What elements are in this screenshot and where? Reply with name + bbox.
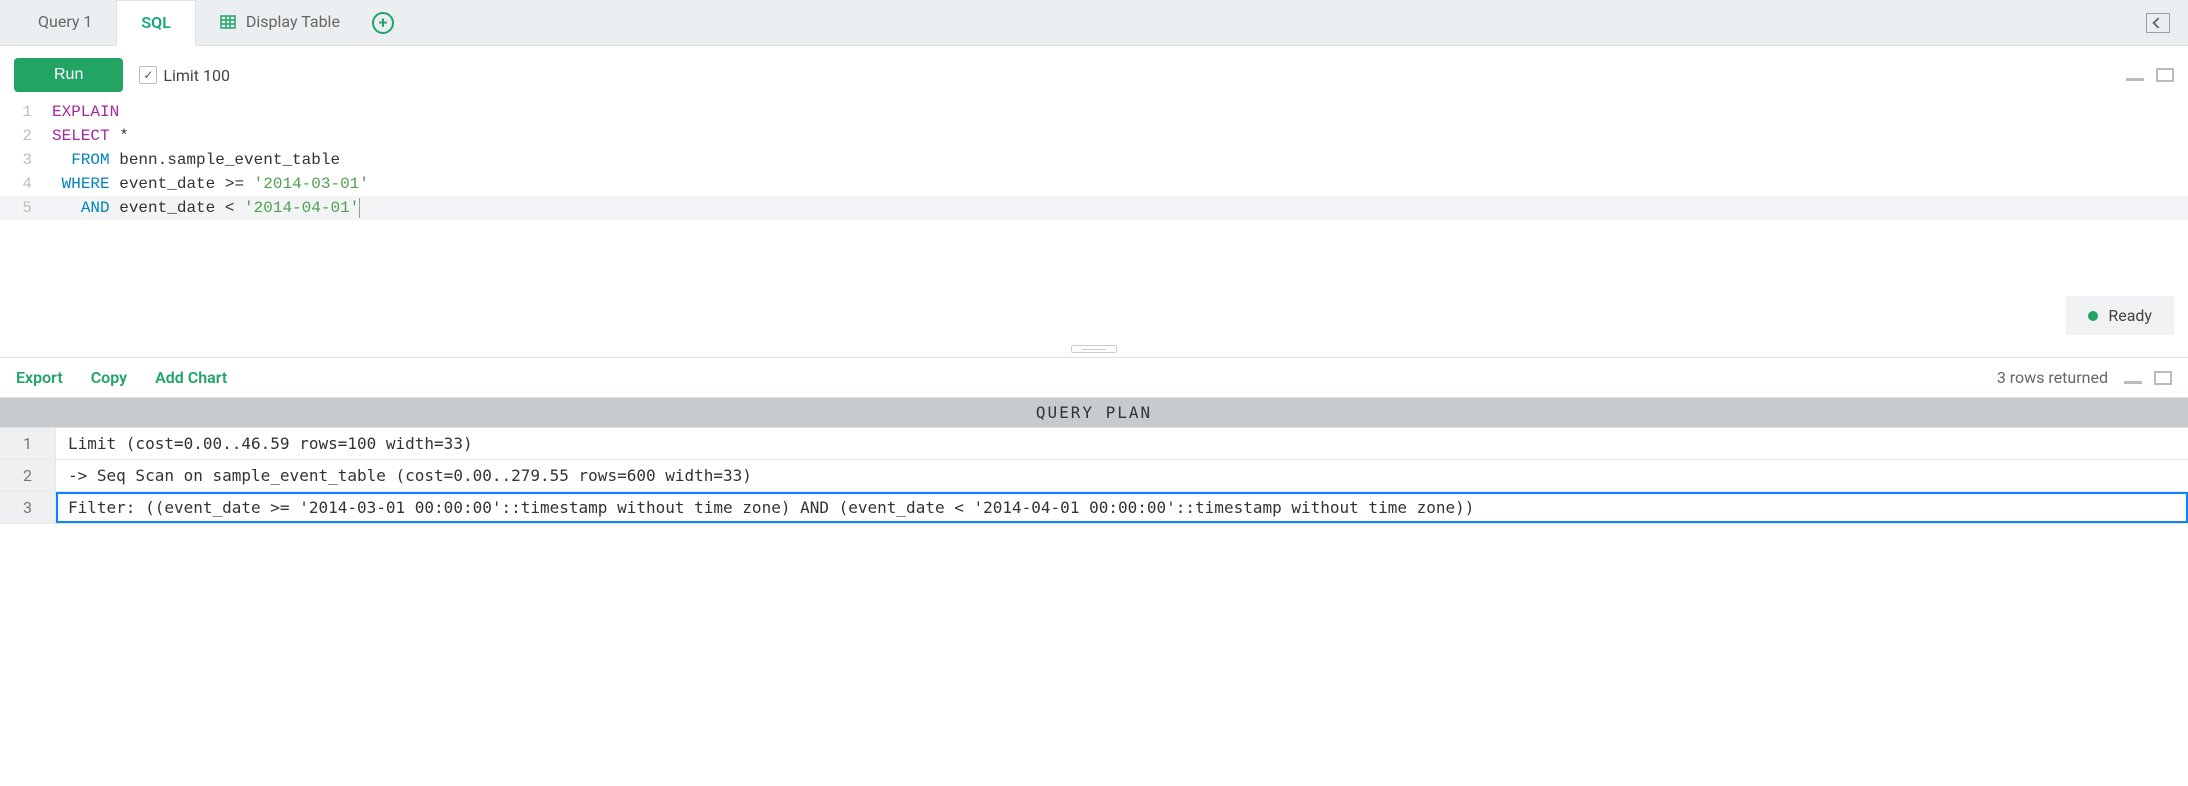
minimize-icon[interactable] <box>2124 381 2142 384</box>
maximize-icon[interactable] <box>2154 371 2172 385</box>
maximize-icon[interactable] <box>2156 68 2174 82</box>
table-row[interactable]: 1Limit (cost=0.00..46.59 rows=100 width=… <box>0 428 2188 460</box>
limit-checkbox[interactable]: ✓ <box>139 66 157 84</box>
run-button[interactable]: Run <box>14 58 123 92</box>
line-number: 5 <box>0 196 46 220</box>
table-row[interactable]: 2-> Seq Scan on sample_event_table (cost… <box>0 460 2188 492</box>
limit-label: Limit 100 <box>163 66 230 85</box>
add-tab-button[interactable]: + <box>372 12 394 34</box>
line-number: 3 <box>0 148 46 172</box>
status-row: Ready <box>0 290 2188 341</box>
tab-display-table[interactable]: Display Table <box>196 0 364 46</box>
tab-label: SQL <box>141 13 170 32</box>
row-text[interactable]: Filter: ((event_date >= '2014-03-01 00:0… <box>56 492 2188 523</box>
table-row[interactable]: 3Filter: ((event_date >= '2014-03-01 00:… <box>0 492 2188 524</box>
editor-line[interactable]: 4 WHERE event_date >= '2014-03-01' <box>0 172 2188 196</box>
row-number: 1 <box>0 428 56 459</box>
tab-label: Query 1 <box>38 12 92 31</box>
status-dot-icon <box>2088 311 2098 321</box>
row-text[interactable]: Limit (cost=0.00..46.59 rows=100 width=3… <box>56 428 2188 459</box>
export-button[interactable]: Export <box>16 368 63 387</box>
rows-returned-label: 3 rows returned <box>1997 368 2108 387</box>
line-number: 2 <box>0 124 46 148</box>
splitter[interactable] <box>0 341 2188 357</box>
tab-sql[interactable]: SQL <box>116 0 195 47</box>
code-text[interactable]: WHERE event_date >= '2014-03-01' <box>46 172 369 196</box>
editor-window-controls <box>2126 68 2174 82</box>
results-toolbar: Export Copy Add Chart 3 rows returned <box>0 357 2188 398</box>
copy-button[interactable]: Copy <box>91 368 127 387</box>
code-text[interactable]: AND event_date < '2014-04-01' <box>46 196 360 220</box>
editor-line[interactable]: 3 FROM benn.sample_event_table <box>0 148 2188 172</box>
status-label: Ready <box>2108 306 2152 325</box>
editor-blank-space <box>0 220 2188 290</box>
caret-icon <box>359 198 360 218</box>
add-chart-button[interactable]: Add Chart <box>155 368 227 387</box>
code-text[interactable]: SELECT * <box>46 124 129 148</box>
tab-query-1[interactable]: Query 1 <box>14 0 116 46</box>
tab-label: Display Table <box>246 12 340 31</box>
collapse-panel-button[interactable] <box>2146 13 2170 33</box>
sql-editor[interactable]: 1EXPLAIN2SELECT *3 FROM benn.sample_even… <box>0 100 2188 220</box>
splitter-handle-icon[interactable] <box>1071 345 1117 353</box>
code-text[interactable]: EXPLAIN <box>46 100 119 124</box>
editor-line[interactable]: 5 AND event_date < '2014-04-01' <box>0 196 2188 220</box>
minimize-icon[interactable] <box>2126 78 2144 81</box>
table-icon <box>220 14 236 30</box>
limit-checkbox-group[interactable]: ✓ Limit 100 <box>139 66 230 85</box>
results-column-header: QUERY PLAN <box>0 398 2188 428</box>
row-number: 2 <box>0 460 56 491</box>
results-window-controls <box>2124 371 2172 385</box>
status-badge: Ready <box>2066 296 2174 335</box>
row-number: 3 <box>0 492 56 523</box>
row-text[interactable]: -> Seq Scan on sample_event_table (cost=… <box>56 460 2188 491</box>
editor-line[interactable]: 1EXPLAIN <box>0 100 2188 124</box>
editor-line[interactable]: 2SELECT * <box>0 124 2188 148</box>
results-rows: 1Limit (cost=0.00..46.59 rows=100 width=… <box>0 428 2188 524</box>
editor-toolbar: Run ✓ Limit 100 <box>0 46 2188 100</box>
code-text[interactable]: FROM benn.sample_event_table <box>46 148 340 172</box>
tabs-bar: Query 1 SQL Display Table + <box>0 0 2188 46</box>
line-number: 1 <box>0 100 46 124</box>
line-number: 4 <box>0 172 46 196</box>
